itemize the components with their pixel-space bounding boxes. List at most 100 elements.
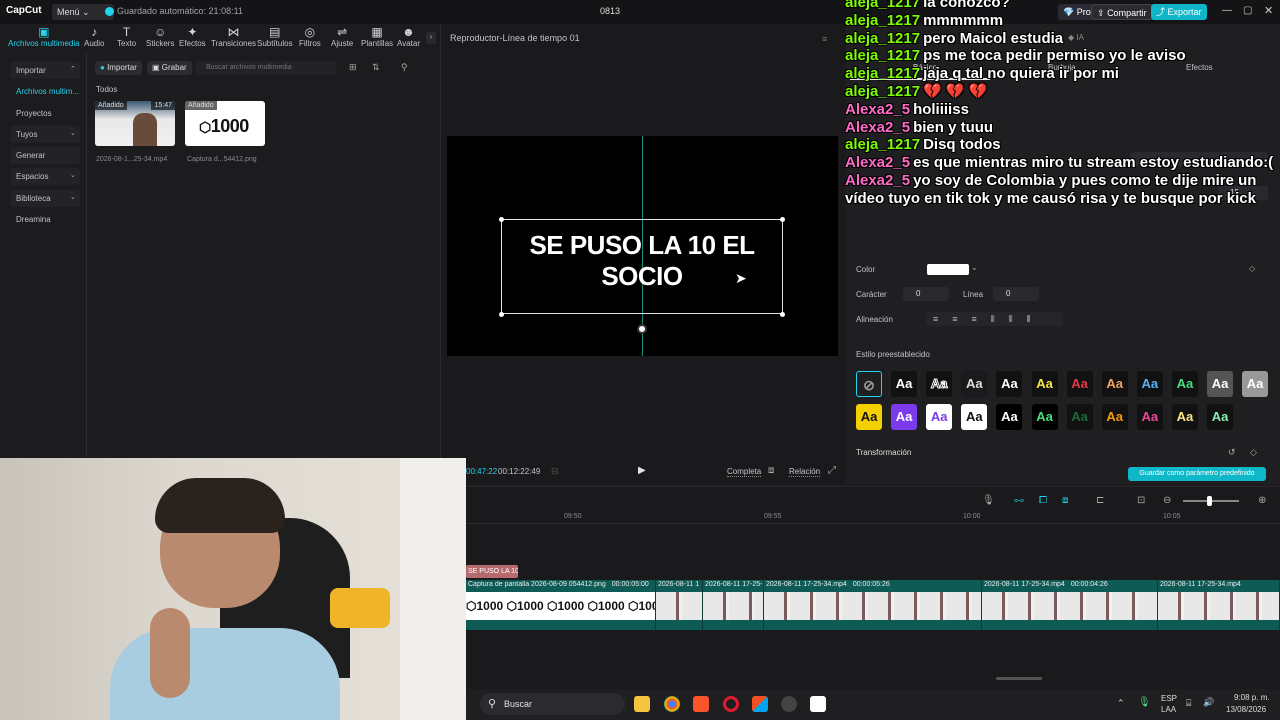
toolbar-tab-7[interactable]: ◎ Filtros: [299, 26, 321, 49]
line-spacing-input[interactable]: 0: [993, 287, 1039, 301]
preset-none-icon[interactable]: ⊘: [856, 371, 882, 397]
rotate-handle-icon[interactable]: [637, 324, 647, 334]
play-icon[interactable]: ▶: [638, 465, 646, 476]
zoom-in-icon[interactable]: ⊕: [1258, 495, 1266, 506]
obs-icon[interactable]: [781, 696, 797, 712]
timeline-clip[interactable]: 2026-08-11 17-25-34.mp4 00:00:04:26: [982, 580, 1158, 630]
record-button[interactable]: ▣ Grabar: [147, 61, 192, 75]
brave-icon[interactable]: [693, 696, 709, 712]
transform-label[interactable]: Transformación: [856, 448, 911, 457]
preset-style-15[interactable]: Aa: [961, 404, 988, 430]
preset-style-10[interactable]: Aa: [1207, 371, 1233, 397]
toolbar-tab-8[interactable]: ⇌ Ajuste: [331, 26, 353, 49]
taskbar-search[interactable]: Buscar: [480, 693, 625, 715]
timeline-clip[interactable]: 2026-08-11 17-25-34.mp4 00:00:05:26: [764, 580, 982, 630]
import-button[interactable]: ● Importar: [95, 61, 142, 75]
preset-style-21[interactable]: Aa: [1171, 404, 1198, 430]
toolbar-tab-4[interactable]: ✦ Efectos: [179, 26, 206, 49]
preset-style-3[interactable]: Aa: [961, 371, 988, 397]
capcut-icon[interactable]: [810, 696, 826, 712]
timeline-grid-icon[interactable]: ⊟: [551, 466, 559, 477]
caption-icon[interactable]: ⊡: [1137, 495, 1145, 506]
volume-icon[interactable]: 🔊: [1203, 697, 1214, 708]
filter-icon[interactable]: ⚲: [401, 62, 408, 73]
crop-icon[interactable]: ⧈: [768, 465, 774, 476]
sidebar-item-1[interactable]: Archivos multim...: [10, 83, 80, 100]
preset-style-20[interactable]: Aa: [1136, 404, 1163, 430]
split-icon[interactable]: ⊏: [1096, 495, 1104, 506]
preset-style-11[interactable]: Aa: [1242, 371, 1269, 397]
timeline-clip[interactable]: 2026-08-11 17-25-: [703, 580, 764, 630]
media-search-input[interactable]: Buscar archivos multimedia: [196, 61, 336, 75]
sidebar-item-2[interactable]: Proyectos secun...: [10, 105, 80, 135]
clock-time[interactable]: 9:08 p. m.: [1234, 693, 1270, 702]
timeline-clip[interactable]: 2026-08-11 17-25-34.mp4: [1158, 580, 1280, 630]
timeline-scrollbar[interactable]: [996, 677, 1042, 680]
ratio-button[interactable]: Relación: [789, 467, 821, 477]
preset-style-13[interactable]: Aa: [891, 404, 918, 430]
resize-handle[interactable]: [780, 312, 785, 317]
toolbar-tab-6[interactable]: ▤ Subtítulos: [257, 26, 293, 49]
full-quality-button[interactable]: Completa: [727, 467, 762, 477]
toolbar-next-icon[interactable]: ›: [426, 32, 436, 44]
chevron-up-icon[interactable]: ⌃: [1117, 698, 1125, 709]
microphone-icon[interactable]: 🎙: [982, 495, 995, 506]
preset-style-7[interactable]: Aa: [1101, 371, 1128, 397]
preset-style-17[interactable]: Aa: [1031, 404, 1058, 430]
reset-icon[interactable]: ↺: [1228, 447, 1236, 458]
media-thumb-image[interactable]: Añadido ⬡1000: [185, 101, 265, 146]
mic-tray-icon[interactable]: 🎙: [1138, 697, 1151, 708]
preset-style-19[interactable]: Aa: [1101, 404, 1128, 430]
resize-handle[interactable]: [499, 312, 504, 317]
chrome-icon[interactable]: [664, 696, 680, 712]
toolbar-tab-5[interactable]: ⋈ Transiciones: [211, 26, 256, 49]
preset-style-14[interactable]: Aa: [926, 404, 953, 430]
store-icon[interactable]: [752, 696, 768, 712]
view-grid-icon[interactable]: ⊞: [349, 62, 357, 73]
preset-style-16[interactable]: Aa: [996, 404, 1023, 430]
network-icon[interactable]: ⌸: [1186, 698, 1191, 709]
toolbar-tab-0[interactable]: ▣ Archivos multimedia: [8, 26, 80, 49]
sort-icon[interactable]: ⇅: [372, 62, 380, 73]
toolbar-tab-3[interactable]: ☺ Stickers: [146, 26, 174, 49]
chevron-down-icon[interactable]: ⌄: [971, 263, 978, 272]
preset-style-1[interactable]: Aa: [891, 371, 918, 397]
zoom-out-icon[interactable]: ⊖: [1163, 495, 1171, 506]
char-spacing-input[interactable]: 0: [903, 287, 949, 301]
opera-icon[interactable]: [723, 696, 739, 712]
keyframe-icon[interactable]: ◇: [1250, 447, 1257, 458]
sidebar-item-7[interactable]: Dreamina: [10, 211, 80, 228]
fullscreen-icon[interactable]: ⤢: [828, 465, 836, 476]
link-icon[interactable]: ⧟: [1014, 495, 1024, 506]
snap-icon[interactable]: ⧠: [1039, 495, 1047, 506]
preset-style-4[interactable]: Aa: [996, 371, 1023, 397]
preset-style-18[interactable]: Aa: [1066, 404, 1093, 430]
file-explorer-icon[interactable]: [634, 696, 650, 712]
text-clip[interactable]: SE PUSO LA 10 EL: [466, 565, 518, 578]
menu-lines-icon[interactable]: ≡: [822, 34, 827, 44]
media-thumb-video[interactable]: Añadido 15:47: [95, 101, 175, 146]
preset-style-9[interactable]: Aa: [1171, 371, 1198, 397]
preset-style-8[interactable]: Aa: [1136, 371, 1163, 397]
toolbar-tab-1[interactable]: ♪ Audio: [84, 26, 104, 49]
keyframe-icon[interactable]: ◇: [1249, 264, 1255, 273]
toolbar-tab-9[interactable]: ▦ Plantillas: [361, 26, 393, 49]
timeline-clip[interactable]: 2026-08-11 1: [656, 580, 703, 630]
toolbar-tab-10[interactable]: ☻ Avatar: [397, 26, 420, 49]
preset-style-5[interactable]: Aa: [1031, 371, 1058, 397]
preset-style-6[interactable]: Aa: [1066, 371, 1093, 397]
zoom-slider-thumb[interactable]: [1207, 496, 1212, 506]
preset-style-2[interactable]: Aa: [926, 371, 953, 397]
toolbar-tab-2[interactable]: T Texto: [117, 26, 136, 49]
resize-handle[interactable]: [499, 217, 504, 222]
alignment-icons[interactable]: ≡≡≡⦀⦀⦀: [926, 312, 1063, 326]
preset-style-12[interactable]: Aa: [856, 404, 882, 430]
color-swatch[interactable]: [927, 264, 969, 275]
preview-axis-icon[interactable]: ⧈: [1062, 495, 1068, 506]
preset-style-22[interactable]: Aa: [1207, 404, 1233, 430]
timeline-clip[interactable]: Captura de pantalla 2026-08-09 054412.pn…: [466, 580, 656, 630]
resize-handle[interactable]: [780, 217, 785, 222]
save-preset-button[interactable]: Guardar como parámetro predefinido: [1128, 467, 1266, 481]
language-indicator[interactable]: ESP: [1161, 694, 1177, 703]
sidebar-item-4[interactable]: Generar: [10, 147, 80, 164]
